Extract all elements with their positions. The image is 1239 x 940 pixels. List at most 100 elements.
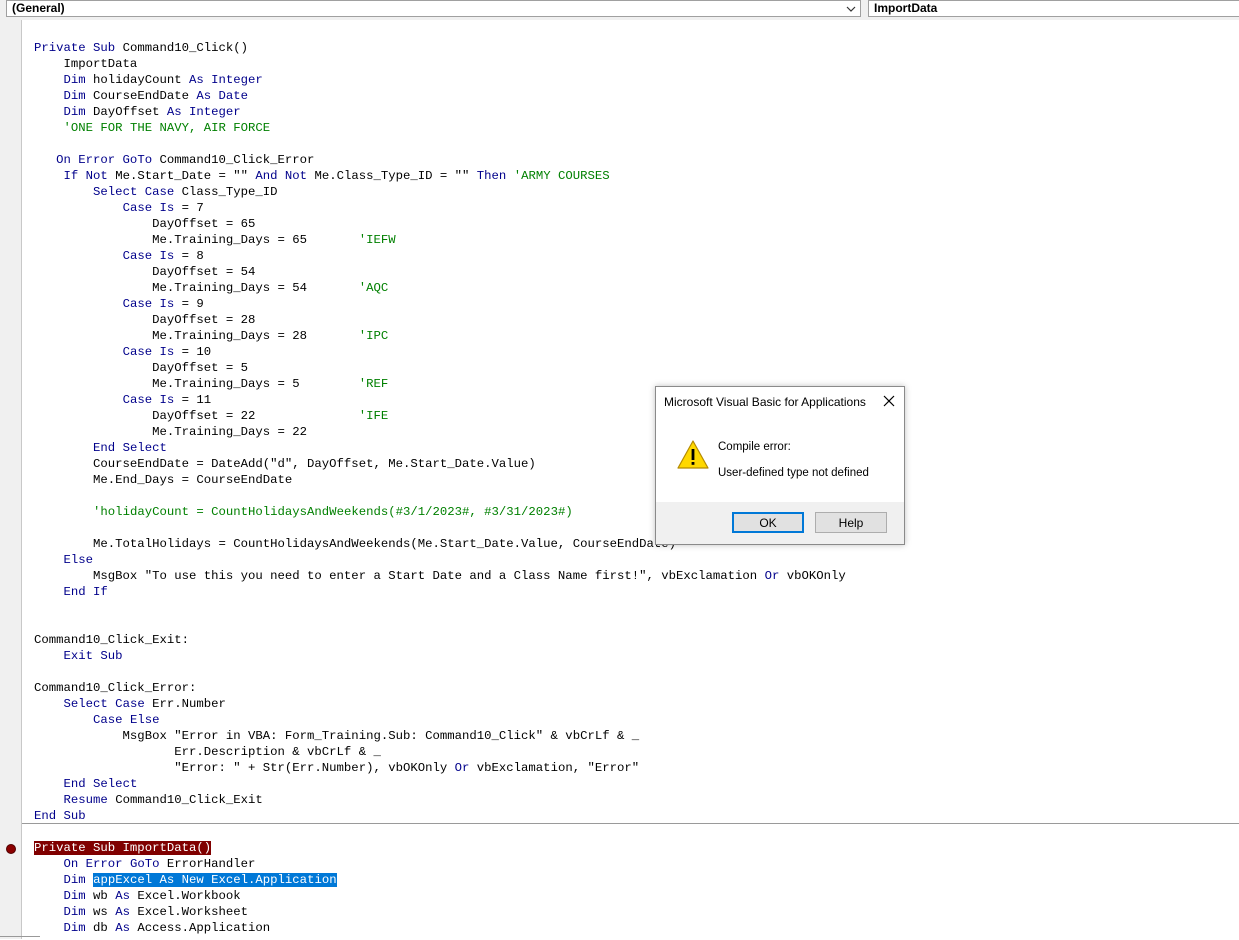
code-line[interactable]: Select Case Err.Number [34,696,226,712]
compile-error-dialog: Microsoft Visual Basic for Applications … [655,386,905,545]
code-text: Err.Number [144,697,226,711]
code-line[interactable]: DayOffset = 5 [34,360,248,376]
code-area[interactable]: Private Sub Command10_Click() ImportData… [34,20,1234,939]
code-keyword: Dim [63,73,86,87]
code-keyword: As [115,889,130,903]
code-keyword: As [115,905,130,919]
code-line[interactable]: Me.Training_Days = 65 'IEFW [34,232,396,248]
breakpoint-margin[interactable] [0,20,22,939]
code-text: holidayCount [85,73,189,87]
code-text: Excel.Workbook [129,889,241,903]
close-icon[interactable] [880,392,898,410]
code-line[interactable]: Case Is = 7 [34,200,204,216]
code-line[interactable]: MsgBox "Error in VBA: Form_Training.Sub:… [34,728,640,744]
code-line[interactable]: Exit Sub [34,648,123,664]
code-line[interactable]: Me.Training_Days = 28 'IPC [34,328,388,344]
code-line[interactable]: DayOffset = 65 [34,216,255,232]
code-text: = 7 [174,201,204,215]
code-text: wb [85,889,116,903]
code-line[interactable]: Dim wb As Excel.Workbook [34,888,241,904]
code-line[interactable]: Private Sub Command10_Click() [34,40,248,56]
code-line[interactable]: End Sub [34,808,86,824]
code-line[interactable]: On Error GoTo Command10_Click_Error [34,152,314,168]
code-line[interactable]: DayOffset = 54 [34,264,255,280]
scrollbar[interactable] [0,936,40,940]
code-line[interactable]: Command10_Click_Exit: [34,632,189,648]
code-text: ImportData [34,57,138,71]
code-line[interactable]: Case Else [34,712,159,728]
code-keyword: Select Case [63,697,145,711]
code-line[interactable]: Dim db As Access.Application [34,920,271,936]
code-keyword: If Not [63,169,108,183]
code-editor[interactable]: Private Sub Command10_Click() ImportData… [0,20,1239,939]
code-keyword: Case Else [93,713,160,727]
code-line[interactable]: Case Is = 9 [34,296,204,312]
code-line[interactable]: Err.Description & vbCrLf & _ [34,744,381,760]
code-keyword: On Error GoTo [56,153,153,167]
code-line[interactable]: If Not Me.Start_Date = "" And Not Me.Cla… [34,168,610,184]
code-line[interactable]: End Select [34,440,167,456]
code-line[interactable]: Me.End_Days = CourseEndDate [34,472,292,488]
code-text: DayOffset = 65 [34,217,256,231]
procedure-combo[interactable]: ImportData [868,0,1239,17]
code-keyword: As Integer [166,105,241,119]
code-line[interactable]: ImportData [34,56,138,72]
code-line[interactable]: DayOffset = 28 [34,312,255,328]
breakpoint-icon[interactable] [6,844,16,854]
help-button[interactable]: Help [815,512,887,533]
code-line[interactable]: Case Is = 11 [34,392,212,408]
code-comment: 'AQC [358,281,389,295]
code-line[interactable]: End If [34,584,108,600]
code-line[interactable]: Command10_Click_Error: [34,680,196,696]
warning-icon [676,439,710,471]
code-text: Me.Training_Days = 28 [34,329,359,343]
code-text: = 9 [174,297,204,311]
code-comment: 'IEFW [358,233,396,247]
code-line[interactable]: 'holidayCount = CountHolidaysAndWeekends… [34,504,573,520]
code-keyword: Case Is [122,297,175,311]
code-line[interactable]: Dim ws As Excel.Worksheet [34,904,249,920]
code-line[interactable]: Case Is = 10 [34,344,212,360]
code-line[interactable]: Dim DayOffset As Integer [34,104,241,120]
object-combo[interactable]: (General) [6,0,861,17]
chevron-down-icon[interactable] [842,1,860,16]
code-line[interactable]: Private Sub ImportData() [34,840,212,856]
code-line[interactable]: Me.Training_Days = 22 [34,424,307,440]
code-line[interactable]: Dim appExcel As New Excel.Application [34,872,337,888]
code-text: vbOKOnly [779,569,846,583]
code-line[interactable]: On Error GoTo ErrorHandler [34,856,256,872]
code-line[interactable]: DayOffset = 22 'IFE [34,408,388,424]
code-line[interactable]: Dim CourseEndDate As Date [34,88,249,104]
code-line[interactable]: Case Is = 8 [34,248,204,264]
code-text: Command10_Click_Exit: [34,633,189,647]
code-text: Me.Class_Type_ID = "" [307,169,477,183]
code-text: Me.TotalHolidays = CountHolidaysAndWeeke… [34,537,677,551]
code-line[interactable]: Select Case Class_Type_ID [34,184,278,200]
code-line[interactable]: End Select [34,776,138,792]
code-line[interactable]: CourseEndDate = DateAdd("d", DayOffset, … [34,456,536,472]
code-line[interactable]: Me.Training_Days = 54 'AQC [34,280,388,296]
ok-button[interactable]: OK [732,512,804,533]
code-line[interactable]: 'ONE FOR THE NAVY, AIR FORCE [34,120,271,136]
code-line[interactable]: Me.TotalHolidays = CountHolidaysAndWeeke… [34,536,676,552]
code-selection: appExcel As New Excel.Application [93,873,337,887]
code-line[interactable]: Else [34,552,94,568]
code-line[interactable]: MsgBox "To use this you need to enter a … [34,568,846,584]
code-line[interactable]: Dim holidayCount As Integer [34,72,263,88]
code-keyword: Dim [63,89,86,103]
code-line[interactable]: Me.Training_Days = 5 'REF [34,376,388,392]
code-keyword: Dim [63,905,86,919]
code-line[interactable]: Resume Command10_Click_Exit [34,792,263,808]
code-line[interactable]: "Error: " + Str(Err.Number), vbOKOnly Or… [34,760,639,776]
